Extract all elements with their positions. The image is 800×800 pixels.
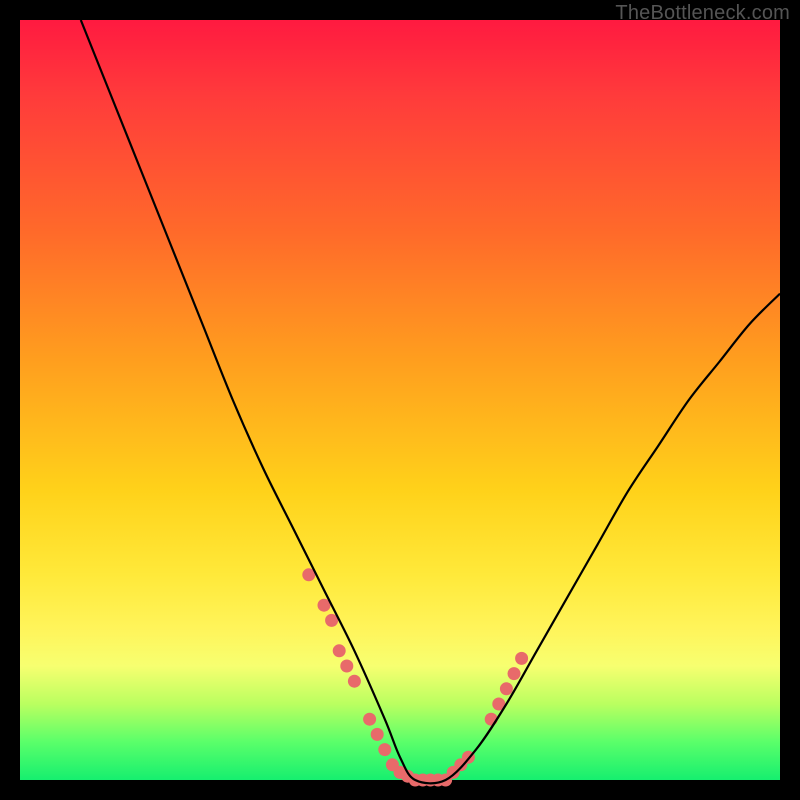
highlight-dot <box>333 644 346 657</box>
highlight-dot <box>378 743 391 756</box>
highlight-dot <box>340 660 353 673</box>
highlight-dot <box>371 728 384 741</box>
bottleneck-curve-line <box>81 20 780 783</box>
highlight-dot <box>508 667 521 680</box>
highlight-dot <box>500 682 513 695</box>
chart-svg <box>20 20 780 780</box>
chart-frame: TheBottleneck.com <box>0 0 800 800</box>
highlight-dot <box>363 713 376 726</box>
highlight-dot <box>348 675 361 688</box>
watermark-text: TheBottleneck.com <box>615 2 790 25</box>
valley-highlight-dots <box>302 568 528 786</box>
highlight-dot <box>515 652 528 665</box>
